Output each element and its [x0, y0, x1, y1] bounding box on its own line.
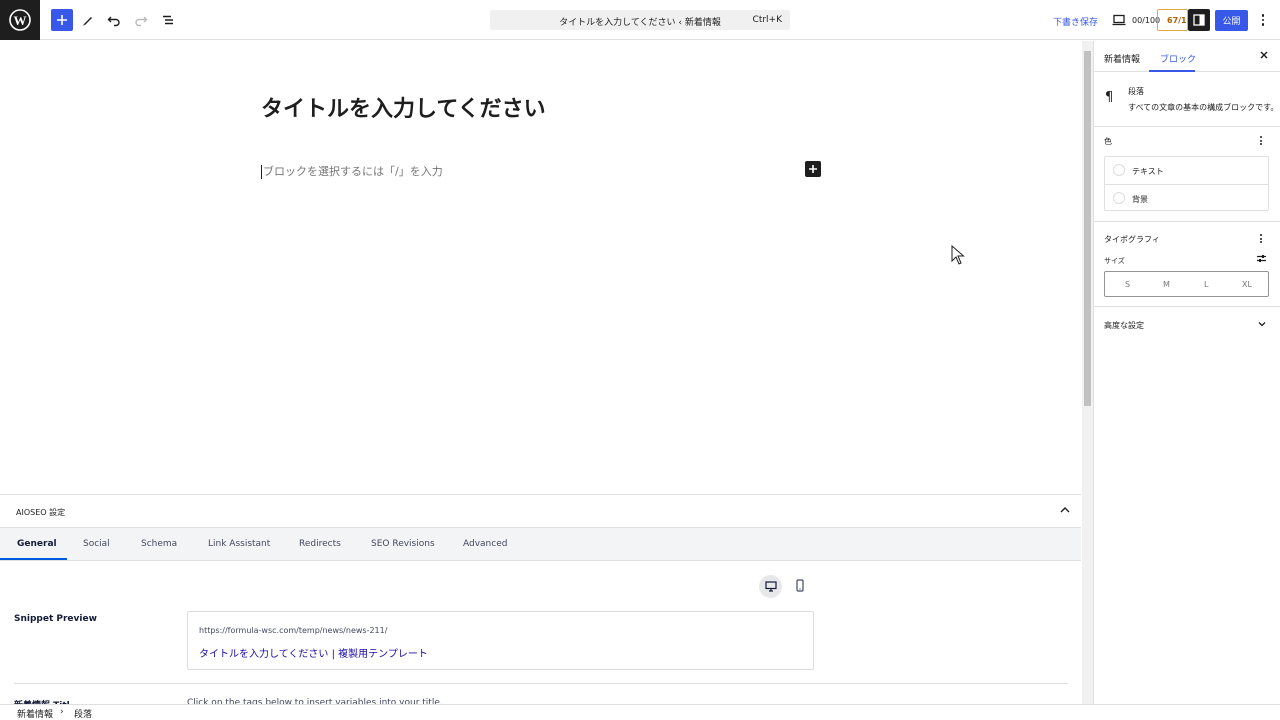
block-card: ¶ 段落 すべての文章の基本の構成ブロックです。 [1094, 72, 1280, 127]
active-tab-indicator [0, 558, 67, 560]
block-breadcrumb: 新着情報 › 段落 [0, 704, 1280, 720]
save-draft-button[interactable]: 下書き保存 [1053, 15, 1098, 28]
block-inserter-toggle[interactable] [51, 9, 73, 31]
editor-scrollbar[interactable] [1082, 41, 1093, 704]
desktop-preview-toggle[interactable] [759, 575, 782, 598]
chevron-down-icon [1258, 322, 1266, 327]
more-vertical-icon [1261, 14, 1265, 17]
font-size-label: サイズ [1104, 257, 1125, 265]
chevron-up-icon[interactable] [1059, 504, 1071, 516]
tab-seo-revisions[interactable]: SEO Revisions [371, 539, 435, 549]
plus-icon [57, 15, 67, 25]
size-option-m[interactable]: M [1163, 280, 1170, 289]
command-palette-bar[interactable]: タイトルを入力してください ‹ 新着情報 Ctrl+K [490, 10, 790, 30]
snippet-url: https://formula-wsc.com/temp/news/news-2… [199, 626, 388, 635]
desktop-icon [764, 581, 777, 592]
wordpress-icon: W [9, 9, 31, 31]
pencil-icon [83, 17, 92, 26]
text-color-option[interactable]: テキスト [1105, 157, 1268, 184]
advanced-section-title: 高度な設定 [1104, 321, 1144, 330]
divider [14, 683, 1068, 684]
breadcrumb-item-block[interactable]: 段落 [74, 707, 92, 720]
color-panel: 色 テキスト 背景 [1094, 127, 1280, 222]
options-menu-button[interactable] [1256, 11, 1270, 29]
mobile-icon[interactable] [795, 579, 805, 593]
publish-button[interactable]: 公開 [1215, 10, 1248, 31]
sidebar-tabs: 新着情報 ブロック [1094, 41, 1280, 72]
size-option-xl[interactable]: XL [1242, 280, 1252, 289]
tab-schema[interactable]: Schema [141, 539, 177, 549]
undo-button[interactable] [103, 9, 125, 31]
list-view-icon [163, 15, 173, 25]
background-color-label: 背景 [1132, 195, 1148, 204]
breadcrumb-separator-icon: › [60, 707, 64, 717]
settings-sidebar-toggle[interactable] [1188, 9, 1210, 31]
paragraph-icon: ¶ [1105, 90, 1114, 105]
command-bar-shortcut: Ctrl+K [752, 15, 782, 25]
aioseo-panel-title: AIOSEO 設定 [16, 508, 66, 517]
command-bar-title: タイトルを入力してください ‹ 新着情報 [559, 18, 721, 28]
color-swatch [1113, 164, 1125, 176]
editor-canvas[interactable]: タイトルを入力してください ブロックを選択するには「/」を入力 [0, 41, 1081, 494]
close-icon[interactable] [1258, 49, 1270, 61]
aioseo-panel-header[interactable]: AIOSEO 設定 [0, 495, 1081, 528]
block-name: 段落 [1128, 87, 1144, 96]
aioseo-settings-panel: AIOSEO 設定 General Social Schema Link Ass… [0, 494, 1081, 704]
truseo-score-badge[interactable]: 67/100 [1157, 9, 1188, 31]
aioseo-tabs: General Social Schema Link Assistant Red… [0, 528, 1081, 561]
plus-icon [809, 165, 817, 173]
inline-block-inserter[interactable] [805, 161, 821, 177]
tab-advanced[interactable]: Advanced [463, 539, 507, 549]
block-editor: W タイトルを入力してください ‹ 新着情報 Ctrl+K 下書き保存 00/1… [0, 0, 1280, 720]
custom-size-icon[interactable] [1256, 253, 1267, 264]
color-settings: テキスト 背景 [1104, 156, 1269, 211]
redo-button[interactable] [130, 9, 152, 31]
text-color-label: テキスト [1132, 167, 1164, 176]
typography-panel: タイポグラフィ サイズ S M L XL [1094, 222, 1280, 307]
scrollbar-thumb[interactable] [1084, 51, 1091, 406]
tab-redirects[interactable]: Redirects [299, 539, 341, 549]
snippet-preview-box: https://formula-wsc.com/temp/news/news-2… [187, 611, 814, 670]
color-swatch [1113, 192, 1125, 204]
color-options-icon[interactable] [1260, 136, 1262, 145]
size-option-s[interactable]: S [1125, 280, 1130, 289]
size-option-l[interactable]: L [1204, 280, 1208, 289]
undo-icon [107, 16, 120, 27]
empty-paragraph-block[interactable]: ブロックを選択するには「/」を入力 [261, 165, 443, 179]
preview-desktop-icon[interactable] [1112, 14, 1126, 26]
snippet-preview-label: Snippet Preview [14, 614, 97, 624]
tab-social[interactable]: Social [83, 539, 110, 549]
tab-post[interactable]: 新着情報 [1104, 52, 1140, 65]
typography-options-icon[interactable] [1260, 234, 1262, 243]
seo-score-counter[interactable]: 00/100 [1132, 16, 1160, 25]
typography-section-title: タイポグラフィ [1104, 235, 1160, 244]
aioseo-general-content: Snippet Preview https://formula-wsc.com/… [0, 561, 1081, 705]
mouse-cursor-icon [951, 245, 965, 265]
editor-header: W タイトルを入力してください ‹ 新着情報 Ctrl+K 下書き保存 00/1… [0, 0, 1280, 40]
block-description: すべての文章の基本の構成ブロックです。 [1128, 103, 1279, 112]
tools-button[interactable] [77, 9, 99, 31]
tab-block[interactable]: ブロック [1160, 52, 1196, 65]
redo-icon [135, 16, 148, 27]
wordpress-logo-button[interactable]: W [0, 0, 40, 40]
snippet-title: タイトルを入力してください | 複製用テンプレート [199, 649, 428, 660]
tab-general[interactable]: General [17, 539, 57, 549]
sidebar-icon [1193, 14, 1205, 26]
color-section-title: 色 [1104, 137, 1112, 146]
background-color-option[interactable]: 背景 [1105, 184, 1268, 211]
settings-sidebar: 新着情報 ブロック ¶ 段落 すべての文章の基本の構成ブロックです。 色 テキス… [1094, 41, 1280, 704]
font-size-picker: S M L XL [1104, 271, 1269, 297]
advanced-panel-toggle[interactable]: 高度な設定 [1094, 307, 1280, 343]
breadcrumb-item-post[interactable]: 新着情報 [17, 707, 53, 720]
svg-text:W: W [14, 13, 27, 28]
tab-link-assistant[interactable]: Link Assistant [208, 539, 270, 549]
post-title[interactable]: タイトルを入力してください [261, 91, 546, 123]
document-overview-button[interactable] [157, 9, 179, 31]
